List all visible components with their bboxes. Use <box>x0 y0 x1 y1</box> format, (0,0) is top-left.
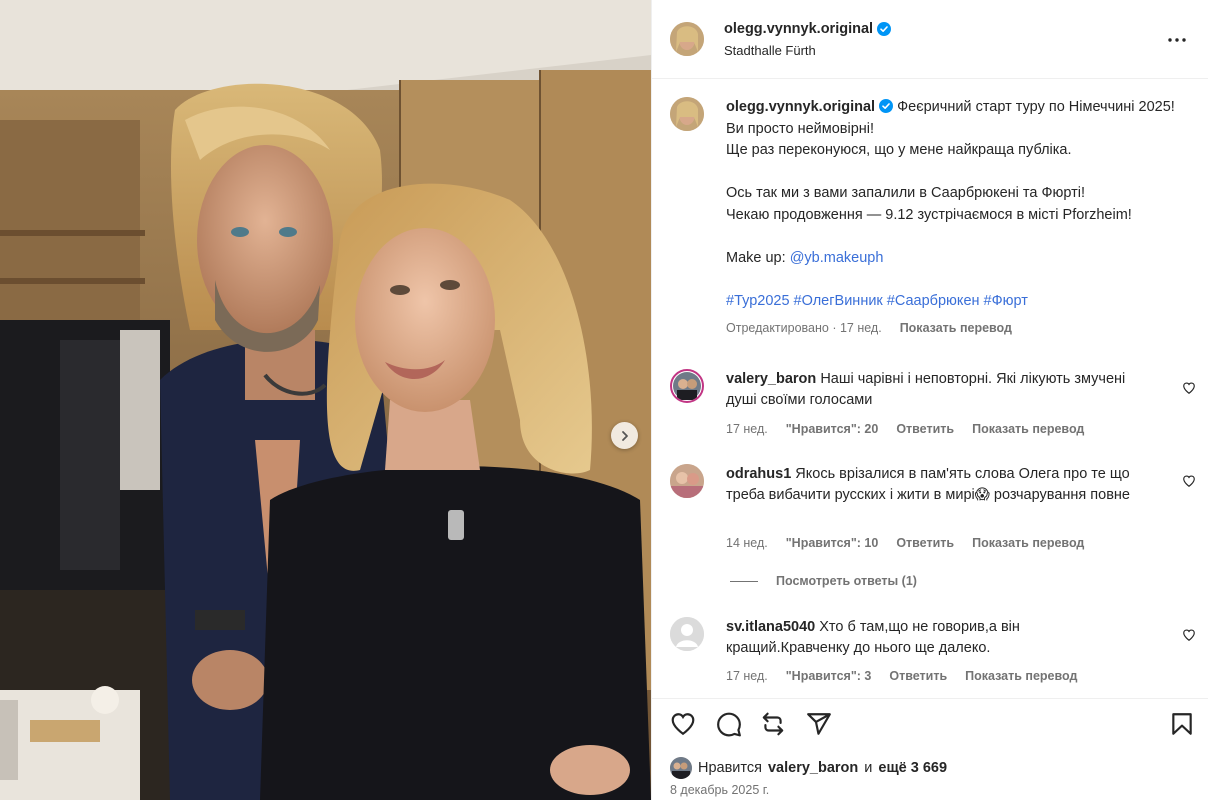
commenter-avatar[interactable] <box>670 464 704 498</box>
post-side-panel: olegg.vynnyk.original Stadthalle Fürth o… <box>651 0 1208 800</box>
repost-icon[interactable] <box>760 711 786 737</box>
comment-username[interactable]: valery_baron <box>726 371 816 387</box>
comment-reply-button[interactable]: Ответить <box>896 536 954 550</box>
likes-user[interactable]: valery_baron <box>768 760 858 776</box>
caption-edited-time: Отредактировано · 17 нед. <box>726 321 882 335</box>
comment-likes-count[interactable]: "Нравится": 20 <box>786 422 879 436</box>
caption-line: Чекаю продовження — 9.12 зустрічаємося в… <box>726 206 1132 223</box>
caption-line: Ви просто неймовірні! <box>726 120 875 137</box>
comment-icon[interactable] <box>716 711 742 737</box>
comment-time: 14 нед. <box>726 536 768 550</box>
likes-prefix: Нравится <box>698 760 762 776</box>
likes-count[interactable]: ещё 3 669 <box>878 760 947 776</box>
caption-translate-button[interactable]: Показать перевод <box>900 318 1012 340</box>
comment-translate-button[interactable]: Показать перевод <box>972 536 1084 550</box>
caption-line: Ще раз переконуюся, що у мене найкраща п… <box>726 142 1072 158</box>
comment-likes-count[interactable]: "Нравится": 10 <box>786 536 879 550</box>
comment-like-icon[interactable] <box>1182 628 1196 642</box>
author-avatar[interactable] <box>670 22 704 56</box>
caption-line: Феєричний старт туру по Німеччині 2025! <box>897 99 1175 115</box>
author-username[interactable]: olegg.vynnyk.original <box>724 21 873 37</box>
author-avatar[interactable] <box>670 97 704 131</box>
comment-like-icon[interactable] <box>1182 474 1196 488</box>
liker-avatar[interactable] <box>670 757 692 779</box>
comment-username[interactable]: sv.itlana5040 <box>726 619 815 635</box>
comment-likes-count[interactable]: "Нравится": 3 <box>786 669 872 683</box>
makeup-artist-mention[interactable]: @yb.makeuph <box>790 250 884 266</box>
post-date: 8 декабрь 2025 г. <box>670 783 770 797</box>
more-icon <box>1168 38 1186 42</box>
post-header: olegg.vynnyk.original Stadthalle Fürth <box>652 0 1208 79</box>
comment-reply-button[interactable]: Ответить <box>889 669 947 683</box>
post-photo[interactable] <box>0 0 651 800</box>
heart-icon[interactable] <box>670 711 696 737</box>
comment-reply-button[interactable]: Ответить <box>896 422 954 436</box>
comment-time: 17 нед. <box>726 422 768 436</box>
replies-divider <box>730 580 758 582</box>
comment-time: 17 нед. <box>726 669 768 683</box>
share-icon[interactable] <box>806 711 832 737</box>
commenter-avatar[interactable] <box>670 617 704 651</box>
view-replies-label[interactable]: Посмотреть ответы (1) <box>776 574 917 588</box>
bookmark-icon[interactable] <box>1169 711 1195 737</box>
verified-badge-icon <box>879 99 894 113</box>
caption-hashtags[interactable]: #Тур2025 #ОлегВинник #Саарбрюкен #Фюрт <box>726 291 1176 313</box>
likes-middle: и <box>864 760 873 776</box>
comments-section[interactable]: olegg.vynnyk.original Феєричний старт ту… <box>652 80 1208 698</box>
caption-username[interactable]: olegg.vynnyk.original <box>726 99 875 115</box>
default-avatar-icon <box>670 617 704 651</box>
caption-line: Ось так ми з вами запалили в Саарбрюкені… <box>726 185 1086 201</box>
comment-translate-button[interactable]: Показать перевод <box>972 422 1084 436</box>
comment-like-icon[interactable] <box>1182 381 1196 395</box>
photo-illustration <box>0 0 651 800</box>
comment-translate-button[interactable]: Показать перевод <box>965 669 1077 683</box>
likes-summary[interactable]: Нравится valery_baron и ещё 3 669 <box>670 757 947 779</box>
chevron-right-icon <box>621 430 628 441</box>
verified-badge-icon <box>877 22 892 36</box>
view-replies-button[interactable]: Посмотреть ответы (1) <box>730 574 917 588</box>
post-location[interactable]: Stadthalle Fürth <box>724 43 816 58</box>
post-actions: Нравится valery_baron и ещё 3 669 8 дека… <box>652 698 1208 800</box>
more-options-button[interactable] <box>1165 28 1189 52</box>
next-photo-button[interactable] <box>611 422 638 449</box>
comment-username[interactable]: odrahus1 <box>726 466 791 482</box>
commenter-avatar[interactable] <box>670 369 704 403</box>
caption-makeup-label: Make up: <box>726 249 786 266</box>
